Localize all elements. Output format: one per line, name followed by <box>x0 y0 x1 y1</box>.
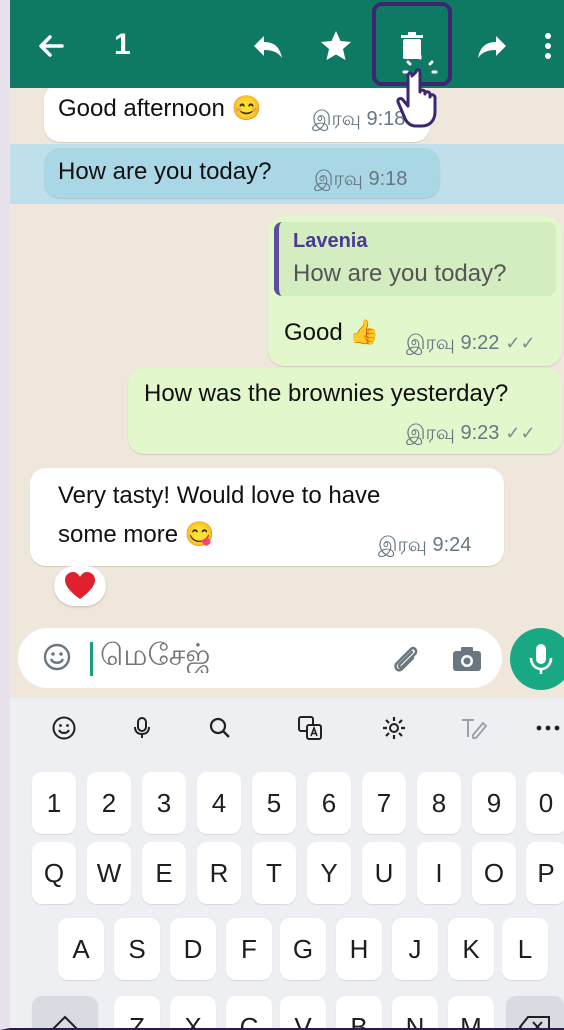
key-u[interactable]: U <box>362 842 406 904</box>
keyboard-toolbar <box>10 698 564 756</box>
key-z[interactable]: Z <box>114 996 160 1028</box>
message-text: Good afternoon 😊 <box>58 95 262 122</box>
key-j[interactable]: J <box>392 918 438 980</box>
emoji-icon[interactable] <box>48 712 80 744</box>
message-text-line2: some more 😋 <box>58 521 215 548</box>
message-text-line1: Very tasty! Would love to have <box>58 482 381 509</box>
key-x[interactable]: X <box>170 996 216 1028</box>
message-bubble-incoming-selected[interactable]: How are you today? இரவு 9:18 <box>44 148 440 198</box>
forward-icon[interactable] <box>470 24 514 68</box>
message-time: இரவு 9:23 ✓✓ <box>406 422 536 444</box>
read-receipt-icon: ✓✓ <box>505 423 536 443</box>
key-i[interactable]: I <box>417 842 461 904</box>
key-a[interactable]: A <box>58 918 104 980</box>
selected-count: 1 <box>114 28 131 61</box>
search-icon[interactable] <box>204 712 236 744</box>
quoted-text: How are you today? <box>293 260 507 287</box>
key-v[interactable]: V <box>280 996 326 1028</box>
more-vert-icon[interactable] <box>526 24 564 68</box>
quoted-message[interactable]: Lavenia How are you today? <box>274 222 556 296</box>
key-n[interactable]: N <box>392 996 438 1028</box>
message-bubble-incoming[interactable]: Very tasty! Would love to have some more… <box>30 468 504 566</box>
key-l[interactable]: L <box>502 918 548 980</box>
key-p[interactable]: P <box>526 842 564 904</box>
microphone-icon <box>529 644 553 674</box>
microphone-icon[interactable] <box>126 712 158 744</box>
message-bubble-outgoing[interactable]: Lavenia How are you today? Good 👍 இரவு 9… <box>268 216 562 366</box>
key-0[interactable]: 0 <box>526 772 564 834</box>
message-time: இரவு 9:22 ✓✓ <box>406 332 536 354</box>
key-y[interactable]: Y <box>307 842 351 904</box>
voice-record-button[interactable] <box>510 628 564 690</box>
back-arrow-icon[interactable] <box>32 26 72 66</box>
key-5[interactable]: 5 <box>252 772 296 834</box>
shift-icon <box>52 1015 78 1028</box>
camera-icon[interactable] <box>450 642 484 676</box>
message-input[interactable] <box>100 638 360 673</box>
key-d[interactable]: D <box>170 918 216 980</box>
settings-gear-icon[interactable] <box>378 712 410 744</box>
on-screen-keyboard: 1 2 3 4 5 6 7 8 9 0 Q W E R T Y U I O P … <box>10 698 564 1028</box>
reply-icon[interactable] <box>246 24 290 68</box>
composer-bar <box>10 628 564 698</box>
message-bubble-incoming[interactable]: Good afternoon 😊 இரவு 9:18 <box>44 88 430 142</box>
phone-screen: 1 Good afternoon 😊 இரவு 9:18 How are you… <box>0 0 564 1030</box>
key-7[interactable]: 7 <box>362 772 406 834</box>
message-text: How are you today? <box>58 158 272 185</box>
paperclip-icon[interactable] <box>388 642 422 676</box>
key-2[interactable]: 2 <box>87 772 131 834</box>
selection-action-bar: 1 <box>10 0 564 88</box>
translate-icon[interactable] <box>294 712 326 744</box>
key-c[interactable]: C <box>226 996 272 1028</box>
star-icon[interactable] <box>314 24 358 68</box>
key-t[interactable]: T <box>252 842 296 904</box>
message-bubble-outgoing[interactable]: How was the brownies yesterday? இரவு 9:2… <box>128 368 562 454</box>
quoted-author: Lavenia <box>293 230 368 252</box>
key-m[interactable]: M <box>448 996 494 1028</box>
key-h[interactable]: H <box>336 918 382 980</box>
message-time: இரவு 9:24 <box>378 534 472 556</box>
chat-area[interactable]: Good afternoon 😊 இரவு 9:18 How are you t… <box>10 88 564 628</box>
handwriting-icon[interactable] <box>458 712 490 744</box>
key-1[interactable]: 1 <box>32 772 76 834</box>
key-k[interactable]: K <box>448 918 494 980</box>
key-e[interactable]: E <box>142 842 186 904</box>
message-input-box[interactable] <box>18 628 502 688</box>
key-g[interactable]: G <box>280 918 326 980</box>
shift-key[interactable] <box>32 996 98 1028</box>
read-receipt-icon: ✓✓ <box>505 333 536 353</box>
key-6[interactable]: 6 <box>307 772 351 834</box>
key-9[interactable]: 9 <box>472 772 516 834</box>
message-text: How was the brownies yesterday? <box>144 380 509 407</box>
message-time: இரவு 9:18 <box>314 168 408 190</box>
backspace-icon <box>518 1016 550 1028</box>
emoji-icon[interactable] <box>42 642 72 672</box>
text-cursor <box>90 642 93 676</box>
key-o[interactable]: O <box>472 842 516 904</box>
key-q[interactable]: Q <box>32 842 76 904</box>
key-8[interactable]: 8 <box>417 772 461 834</box>
key-3[interactable]: 3 <box>142 772 186 834</box>
key-b[interactable]: B <box>336 996 382 1028</box>
key-f[interactable]: F <box>226 918 272 980</box>
more-horiz-icon[interactable] <box>532 712 564 744</box>
key-s[interactable]: S <box>114 918 160 980</box>
message-text: Good 👍 <box>284 319 380 346</box>
pointer-hand-icon <box>392 50 452 130</box>
key-w[interactable]: W <box>87 842 131 904</box>
backspace-key[interactable] <box>506 996 564 1028</box>
key-4[interactable]: 4 <box>197 772 241 834</box>
key-r[interactable]: R <box>197 842 241 904</box>
heart-reaction[interactable] <box>54 566 106 606</box>
